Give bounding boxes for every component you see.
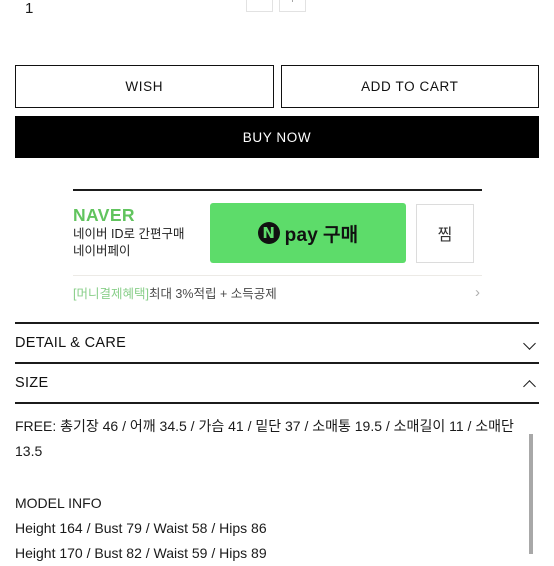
naver-sub-line-1: 네이버 ID로 간편구매 [73,227,185,241]
chevron-up-icon [524,377,537,390]
buy-now-button[interactable]: BUY NOW [15,116,539,158]
quantity-row: 1 − + [0,0,554,30]
wish-button[interactable]: WISH [15,65,274,108]
product-accordion: DETAIL & CARE SIZE FREE: 총기장 46 / 어깨 34.… [15,322,539,566]
accordion-title-detail-care: DETAIL & CARE [15,335,127,351]
accordion-header-size[interactable]: SIZE [15,362,539,402]
chevron-down-icon [524,337,537,350]
chevron-right-icon: › [475,284,480,301]
npay-pay-text: pay [284,224,318,246]
naver-pay-main-row: NAVER 네이버 ID로 간편구매 네이버페이 N pay 구매 찜 [73,191,482,275]
quantity-value: 1 [25,0,34,17]
purchase-actions: WISH ADD TO CART BUY NOW [15,65,539,158]
naver-benefit-text: [머니결제혜택]최대 3%적립 + 소득공제 [73,283,277,302]
page-scrollbar-thumb[interactable] [529,434,533,554]
quantity-stepper[interactable]: − + [246,0,306,12]
npay-buy-button[interactable]: N pay 구매 [210,203,406,263]
purchase-actions-row: WISH ADD TO CART [15,65,539,108]
model-info-line-1: Height 164 / Bust 79 / Waist 58 / Hips 8… [15,520,267,536]
model-info-block: MODEL INFO Height 164 / Bust 79 / Waist … [15,491,539,566]
accordion-header-detail-care[interactable]: DETAIL & CARE [15,322,539,362]
accordion-panel-size: FREE: 총기장 46 / 어깨 34.5 / 가슴 41 / 밑단 37 /… [15,402,539,566]
npay-action-text: 구매 [322,224,359,246]
npay-logo-icon: N [257,222,280,244]
quantity-decrease-button[interactable]: − [246,0,273,12]
naver-benefit-detail: 최대 3%적립 + 소득공제 [148,287,277,301]
naver-pay-block: NAVER 네이버 ID로 간편구매 네이버페이 N pay 구매 찜 [머니결제… [73,189,482,307]
naver-zzim-button[interactable]: 찜 [416,203,474,263]
naver-logo: NAVER [73,205,135,225]
naver-sub-line-2: 네이버페이 [73,244,131,258]
model-info-heading: MODEL INFO [15,495,102,511]
accordion-title-size: SIZE [15,375,49,391]
naver-benefit-tag: [머니결제혜택] [73,287,149,301]
page-scrollbar-track[interactable] [529,0,554,554]
naver-benefit-row[interactable]: [머니결제혜택]최대 3%적립 + 소득공제 › [73,275,482,307]
size-measurements: FREE: 총기장 46 / 어깨 34.5 / 가슴 41 / 밑단 37 /… [15,418,514,459]
add-to-cart-button[interactable]: ADD TO CART [280,65,539,108]
quantity-increase-button[interactable]: + [279,0,306,12]
naver-id-info: NAVER 네이버 ID로 간편구매 네이버페이 [73,206,210,260]
npay-button-label: pay 구매 [285,220,359,247]
product-purchase-panel: 1 − + WISH ADD TO CART BUY NOW NAVER 네이버… [0,0,554,561]
